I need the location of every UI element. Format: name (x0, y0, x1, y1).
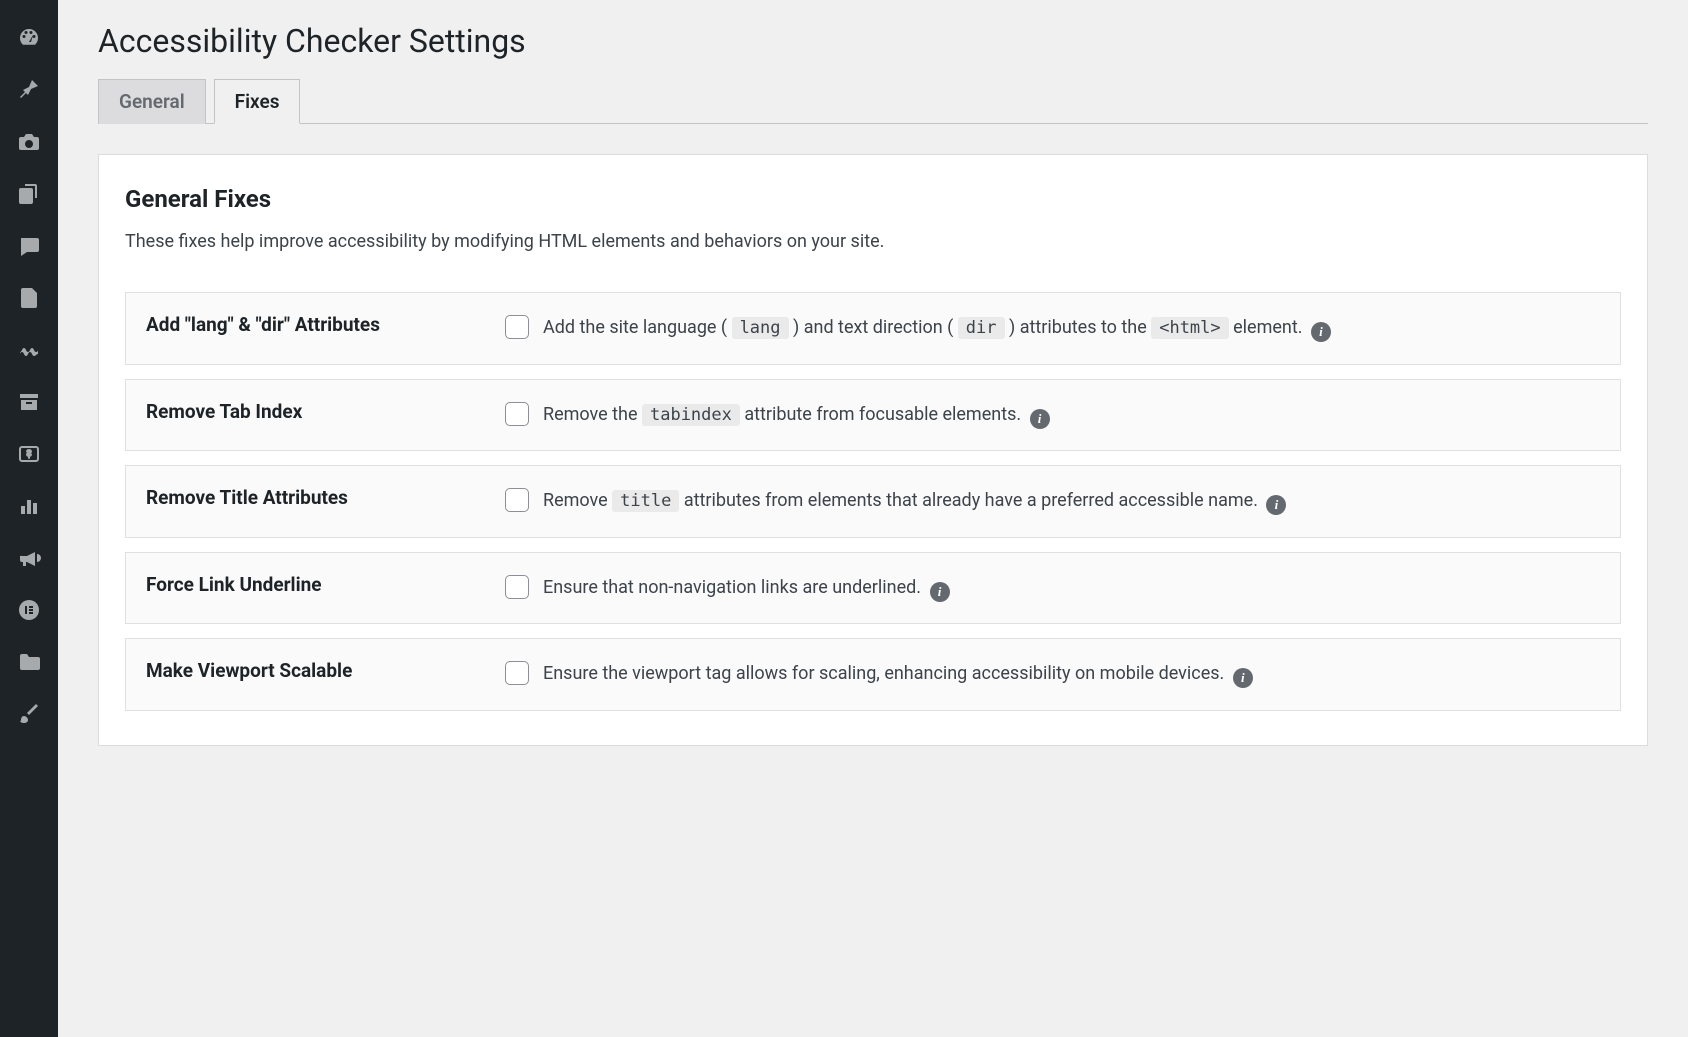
info-icon[interactable]: i (1266, 495, 1286, 515)
tab-general[interactable]: General (98, 79, 206, 124)
fix-description: Remove title attributes from elements th… (543, 486, 1600, 517)
sidebar-wave[interactable] (0, 324, 58, 376)
main-content: Accessibility Checker Settings General F… (58, 0, 1688, 1037)
fix-row-viewport: Make Viewport Scalable Ensure the viewpo… (125, 638, 1621, 711)
code-tabindex: tabindex (642, 404, 740, 426)
fix-label: Remove Title Attributes (125, 465, 485, 538)
elementor-icon (17, 598, 41, 622)
document-icon (17, 286, 41, 310)
sidebar-pages[interactable] (0, 168, 58, 220)
fixes-panel: General Fixes These fixes help improve a… (98, 154, 1648, 746)
archive-icon (17, 390, 41, 414)
megaphone-icon (17, 546, 41, 570)
sidebar-comments[interactable] (0, 220, 58, 272)
admin-sidebar (0, 0, 58, 1037)
brush-icon (17, 702, 41, 726)
comment-icon (17, 234, 41, 258)
checkbox-title-attr[interactable] (505, 488, 529, 512)
checkbox-link-underline[interactable] (505, 575, 529, 599)
fix-description: Remove the tabindex attribute from focus… (543, 400, 1600, 431)
tab-fixes[interactable]: Fixes (214, 79, 301, 124)
checkbox-viewport[interactable] (505, 661, 529, 685)
checkbox-tabindex[interactable] (505, 402, 529, 426)
dollar-box-icon (17, 442, 41, 466)
code-dir: dir (958, 317, 1005, 339)
info-icon[interactable]: i (1030, 409, 1050, 429)
code-title: title (612, 490, 679, 512)
fix-row-link-underline: Force Link Underline Ensure that non-nav… (125, 552, 1621, 625)
info-icon[interactable]: i (1233, 668, 1253, 688)
settings-table: Add "lang" & "dir" Attributes Add the si… (125, 278, 1621, 725)
pages-icon (17, 182, 41, 206)
fix-row-title-attr: Remove Title Attributes Remove title att… (125, 465, 1621, 538)
sidebar-analytics[interactable] (0, 480, 58, 532)
pin-icon (17, 78, 41, 102)
sidebar-archive[interactable] (0, 376, 58, 428)
checkbox-lang-dir[interactable] (505, 315, 529, 339)
settings-tabs: General Fixes (98, 78, 1648, 124)
camera-icon (17, 130, 41, 154)
fix-label: Remove Tab Index (125, 379, 485, 452)
fix-description: Add the site language ( lang ) and text … (543, 313, 1600, 344)
bars-icon (17, 494, 41, 518)
section-description: These fixes help improve accessibility b… (125, 231, 1621, 252)
sidebar-payments[interactable] (0, 428, 58, 480)
info-icon[interactable]: i (1311, 322, 1331, 342)
section-heading: General Fixes (125, 185, 1621, 213)
sidebar-elementor[interactable] (0, 584, 58, 636)
sidebar-media[interactable] (0, 116, 58, 168)
code-lang: lang (732, 317, 789, 339)
sidebar-templates[interactable] (0, 636, 58, 688)
sidebar-marketing[interactable] (0, 532, 58, 584)
fix-label: Force Link Underline (125, 552, 485, 625)
fix-description: Ensure the viewport tag allows for scali… (543, 659, 1600, 690)
sidebar-pin[interactable] (0, 64, 58, 116)
sidebar-dashboard[interactable] (0, 12, 58, 64)
fix-label: Make Viewport Scalable (125, 638, 485, 711)
gauge-icon (17, 26, 41, 50)
fix-label: Add "lang" & "dir" Attributes (125, 292, 485, 365)
fix-row-tabindex: Remove Tab Index Remove the tabindex att… (125, 379, 1621, 452)
wave-icon (17, 338, 41, 362)
sidebar-tools[interactable] (0, 688, 58, 740)
page-title: Accessibility Checker Settings (98, 0, 1648, 78)
fix-description: Ensure that non-navigation links are und… (543, 573, 1600, 604)
code-html: <html> (1151, 317, 1228, 339)
sidebar-forms[interactable] (0, 272, 58, 324)
fix-row-lang-dir: Add "lang" & "dir" Attributes Add the si… (125, 292, 1621, 365)
folder-icon (17, 650, 41, 674)
info-icon[interactable]: i (930, 582, 950, 602)
